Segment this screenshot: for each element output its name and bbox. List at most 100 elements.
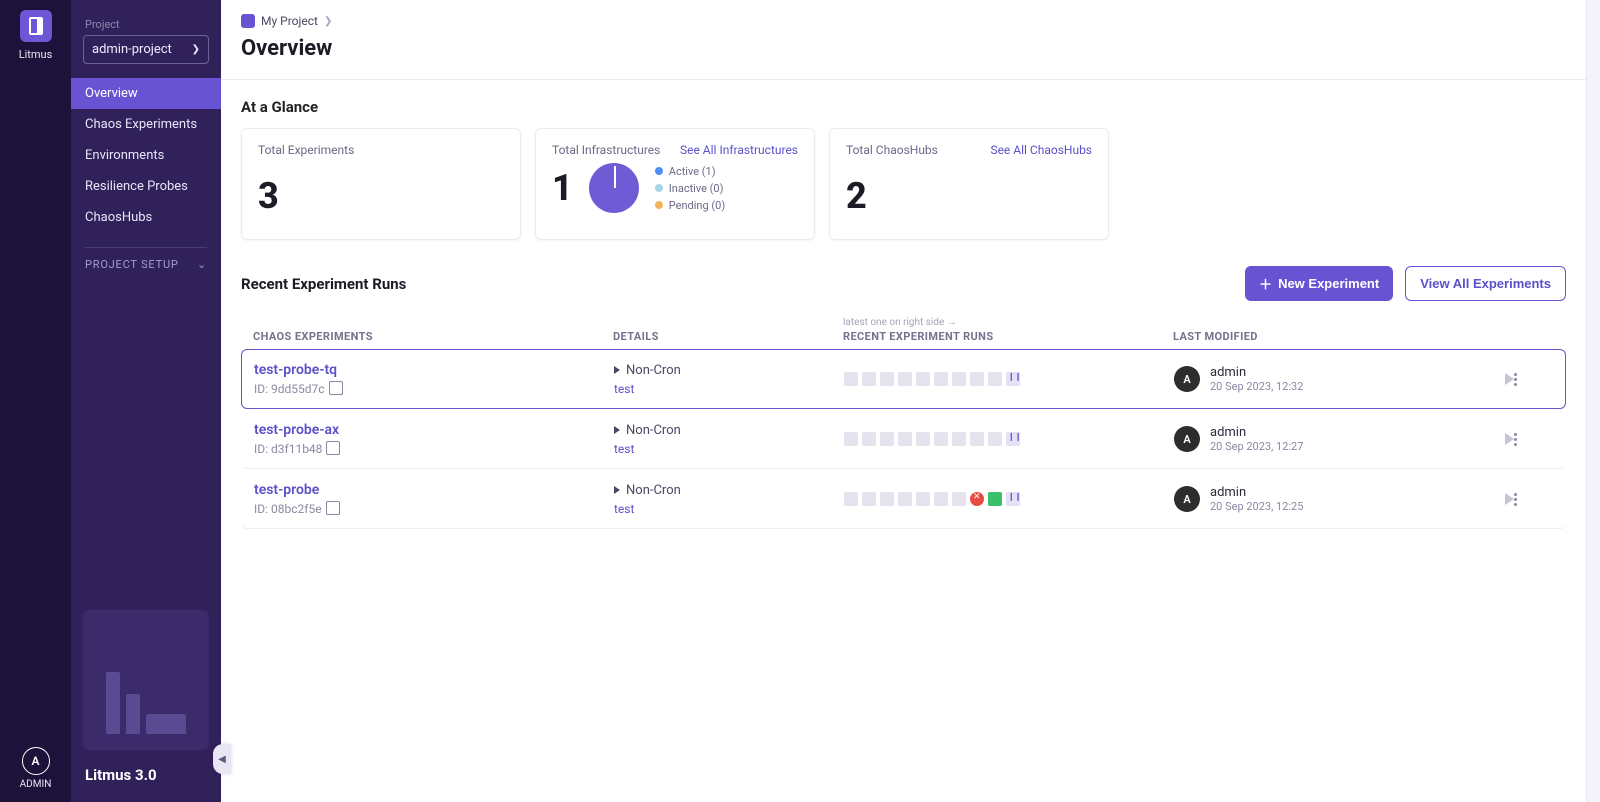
modified-by: admin xyxy=(1210,365,1303,380)
experiment-name-link[interactable]: test-probe xyxy=(254,482,614,498)
copy-icon[interactable] xyxy=(328,503,340,515)
run-empty-icon[interactable] xyxy=(970,372,984,386)
chevron-down-icon: ⌄ xyxy=(197,258,207,271)
see-all-chaoshubs-link[interactable]: See All ChaosHubs xyxy=(990,143,1092,157)
experiment-type: Non-Cron xyxy=(614,423,844,438)
run-empty-icon[interactable] xyxy=(970,432,984,446)
experiment-name-link[interactable]: test-probe-tq xyxy=(254,362,614,378)
project-setup-toggle[interactable]: PROJECT SETUP ⌄ xyxy=(71,258,221,271)
avatar: A xyxy=(1174,426,1200,452)
col-recent-runs: RECENT EXPERIMENT RUNS xyxy=(843,330,1173,343)
divider xyxy=(85,247,207,248)
infra-donut-chart xyxy=(589,163,639,213)
card-total-chaoshubs: Total ChaosHubs See All ChaosHubs 2 xyxy=(829,128,1109,240)
run-running-icon[interactable] xyxy=(1006,492,1020,506)
run-running-icon[interactable] xyxy=(1006,432,1020,446)
view-all-experiments-button[interactable]: View All Experiments xyxy=(1405,266,1566,301)
experiment-env-link[interactable]: test xyxy=(614,502,844,516)
run-empty-icon[interactable] xyxy=(880,372,894,386)
run-empty-icon[interactable] xyxy=(952,372,966,386)
see-all-infrastructures-link[interactable]: See All Infrastructures xyxy=(680,143,798,157)
run-empty-icon[interactable] xyxy=(898,372,912,386)
run-empty-icon[interactable] xyxy=(862,432,876,446)
table-row[interactable]: test-probe-ax ID: d3f11b48 Non-Cron test… xyxy=(241,409,1566,469)
user-avatar[interactable]: A xyxy=(22,747,50,775)
run-fail-icon[interactable] xyxy=(970,492,984,506)
table-row[interactable]: test-probe ID: 08bc2f5e Non-Cron test A … xyxy=(241,469,1566,529)
experiment-name-link[interactable]: test-probe-ax xyxy=(254,422,614,438)
app-version: Litmus 3.0 xyxy=(85,766,221,784)
project-setup-label: PROJECT SETUP xyxy=(85,258,179,271)
run-empty-icon[interactable] xyxy=(988,432,1002,446)
run-empty-icon[interactable] xyxy=(988,372,1002,386)
run-running-icon[interactable] xyxy=(1006,372,1020,386)
experiment-id: ID: d3f11b48 xyxy=(254,442,614,456)
row-menu-button[interactable] xyxy=(1514,493,1574,506)
run-empty-icon[interactable] xyxy=(844,432,858,446)
breadcrumb: My Project ❯ xyxy=(221,0,1586,32)
total-experiments-value: 3 xyxy=(258,175,504,217)
run-empty-icon[interactable] xyxy=(916,492,930,506)
app-name: Litmus xyxy=(19,48,53,61)
litmus-logo[interactable] xyxy=(20,10,52,42)
col-details: DETAILS xyxy=(613,330,843,343)
run-history xyxy=(844,492,1174,506)
run-experiment-button[interactable] xyxy=(1505,493,1514,505)
scrollbar[interactable] xyxy=(1586,0,1600,802)
row-menu-button[interactable] xyxy=(1514,373,1574,386)
col-chaos: CHAOS EXPERIMENTS xyxy=(253,330,613,343)
experiment-type: Non-Cron xyxy=(614,483,844,498)
sidebar-item-environments[interactable]: Environments xyxy=(71,140,221,171)
legend-pending: Pending (0) xyxy=(669,199,725,212)
sidebar-item-chaos-experiments[interactable]: Chaos Experiments xyxy=(71,109,221,140)
experiment-env-link[interactable]: test xyxy=(614,442,844,456)
run-empty-icon[interactable] xyxy=(934,372,948,386)
run-empty-icon[interactable] xyxy=(952,432,966,446)
legend-inactive: Inactive (0) xyxy=(669,182,724,195)
copy-icon[interactable] xyxy=(331,383,343,395)
run-empty-icon[interactable] xyxy=(880,432,894,446)
breadcrumb-root[interactable]: My Project xyxy=(261,14,318,28)
total-infra-value: 1 xyxy=(552,167,573,209)
copy-icon[interactable] xyxy=(328,443,340,455)
run-empty-icon[interactable] xyxy=(862,372,876,386)
run-empty-icon[interactable] xyxy=(934,492,948,506)
sidebar-collapse-button[interactable]: ◀ xyxy=(213,744,231,774)
run-empty-icon[interactable] xyxy=(916,432,930,446)
run-experiment-button[interactable] xyxy=(1505,373,1514,385)
table-row[interactable]: test-probe-tq ID: 9dd55d7c Non-Cron test… xyxy=(241,349,1566,409)
experiment-env-link[interactable]: test xyxy=(614,382,844,396)
run-empty-icon[interactable] xyxy=(898,492,912,506)
experiment-type: Non-Cron xyxy=(614,363,844,378)
run-empty-icon[interactable] xyxy=(880,492,894,506)
chevron-right-icon: ❯ xyxy=(192,44,200,55)
run-experiment-button[interactable] xyxy=(1505,433,1514,445)
project-selector[interactable]: admin-project ❯ xyxy=(83,35,209,64)
card-label: Total Infrastructures xyxy=(552,143,660,157)
run-success-icon[interactable] xyxy=(988,492,1002,506)
run-empty-icon[interactable] xyxy=(844,372,858,386)
run-empty-icon[interactable] xyxy=(844,492,858,506)
sidebar-item-overview[interactable]: Overview xyxy=(71,78,221,109)
avatar: A xyxy=(1174,486,1200,512)
run-history xyxy=(844,432,1174,446)
at-a-glance-title: At a Glance xyxy=(221,80,1586,128)
experiment-id: ID: 08bc2f5e xyxy=(254,502,614,516)
sidebar-item-chaoshubs[interactable]: ChaosHubs xyxy=(71,202,221,233)
sidebar-item-resilience-probes[interactable]: Resilience Probes xyxy=(71,171,221,202)
run-empty-icon[interactable] xyxy=(862,492,876,506)
project-icon xyxy=(241,14,255,28)
run-empty-icon[interactable] xyxy=(898,432,912,446)
table-header: CHAOS EXPERIMENTS DETAILS latest one on … xyxy=(241,311,1566,349)
experiment-id: ID: 9dd55d7c xyxy=(254,382,614,396)
run-empty-icon[interactable] xyxy=(952,492,966,506)
new-experiment-button[interactable]: ＋ New Experiment xyxy=(1245,266,1393,301)
play-icon xyxy=(614,366,620,374)
run-empty-icon[interactable] xyxy=(934,432,948,446)
infra-legend: Active (1) Inactive (0) Pending (0) xyxy=(655,165,725,212)
run-empty-icon[interactable] xyxy=(916,372,930,386)
row-menu-button[interactable] xyxy=(1514,433,1574,446)
experiments-table: CHAOS EXPERIMENTS DETAILS latest one on … xyxy=(221,311,1586,569)
card-label: Total ChaosHubs xyxy=(846,143,938,157)
card-total-infrastructures: Total Infrastructures See All Infrastruc… xyxy=(535,128,815,240)
